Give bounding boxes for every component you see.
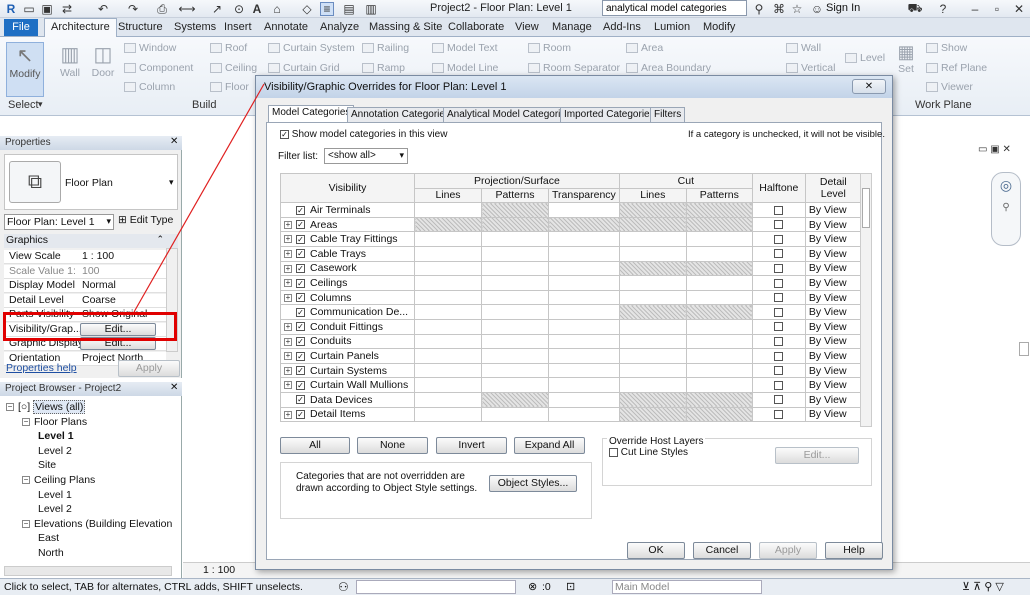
callout-line [133, 83, 265, 313]
callout-arrow [133, 83, 265, 313]
